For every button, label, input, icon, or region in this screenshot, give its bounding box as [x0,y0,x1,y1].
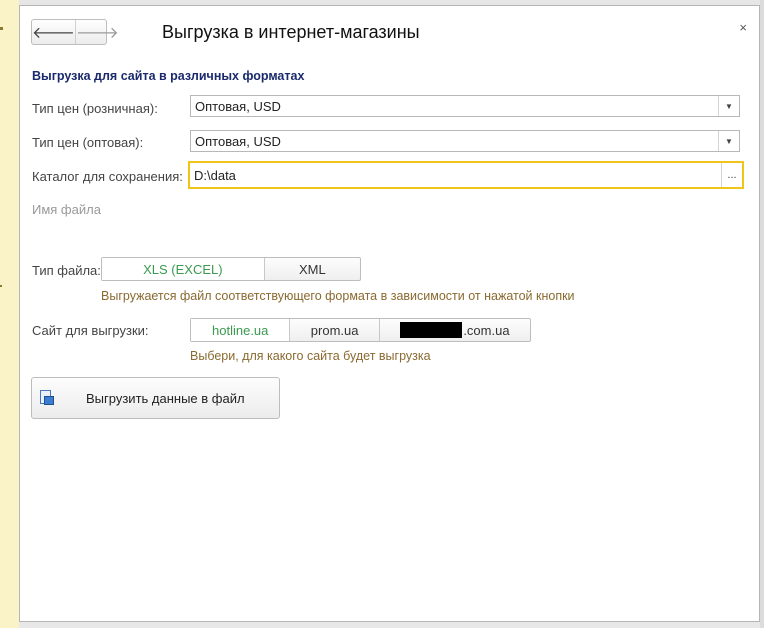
chevron-down-icon: ▼ [725,136,733,146]
retail-price-label: Тип цен (розничная): [32,101,158,116]
background-bottom [19,622,764,628]
browse-button[interactable]: ... [721,163,742,187]
back-button[interactable]: 🡐 [32,20,75,44]
redacted-block [400,322,463,338]
file-name-label: Имя файла [32,202,101,217]
window-title: Выгрузка в интернет-магазины [162,22,420,42]
arrow-left-icon: 🡐 [32,24,75,42]
save-dir-value: D:\data [194,167,236,183]
export-button-label: Выгрузить данные в файл [86,390,245,406]
export-button[interactable]: Выгрузить данные в файл [31,377,280,419]
site-redacted-button[interactable]: .com.ua [378,319,530,341]
file-type-label: Тип файла: [32,263,101,278]
background-marker [0,27,3,30]
site-hotline-button[interactable]: hotline.ua [191,319,290,341]
excel-export-icon [40,390,54,406]
site-switch: hotline.ua prom.ua .com.ua [190,318,531,342]
nav-buttons: 🡐 🡒 [31,19,119,45]
arrow-right-icon: 🡒 [75,24,119,42]
save-dir-input[interactable]: D:\data ... [188,161,744,189]
file-type-xls-button[interactable]: XLS (EXCEL) [102,258,264,280]
wholesale-price-select[interactable]: Оптовая, USD ▼ [190,130,740,152]
close-icon: × [739,20,747,35]
save-dir-label: Каталог для сохранения: [32,169,183,184]
export-window: 🡐 🡒 Выгрузка в интернет-магазины × Выгру… [19,5,760,622]
close-button[interactable]: × [739,20,747,35]
file-type-xml-button[interactable]: XML [263,258,360,280]
forward-button[interactable]: 🡒 [74,20,119,44]
site-prom-button[interactable]: prom.ua [289,319,378,341]
chevron-down-icon: ▼ [725,101,733,111]
background-panel [0,0,20,628]
background-right-edge [760,0,764,628]
retail-price-value: Оптовая, USD [195,98,281,114]
wholesale-price-dropdown-button[interactable]: ▼ [718,131,739,151]
background-marker [0,285,2,287]
site-note: Выбери, для какого сайта будет выгрузка [190,349,431,363]
section-title: Выгрузка для сайта в различных форматах [32,69,305,83]
retail-price-dropdown-button[interactable]: ▼ [718,96,739,116]
wholesale-price-label: Тип цен (оптовая): [32,135,144,150]
file-type-note: Выгружается файл соответствующего формат… [101,289,575,303]
file-type-switch: XLS (EXCEL) XML [101,257,361,281]
retail-price-select[interactable]: Оптовая, USD ▼ [190,95,740,117]
site-redacted-suffix: .com.ua [463,322,510,338]
wholesale-price-value: Оптовая, USD [195,133,281,149]
site-label: Сайт для выгрузки: [32,323,149,338]
